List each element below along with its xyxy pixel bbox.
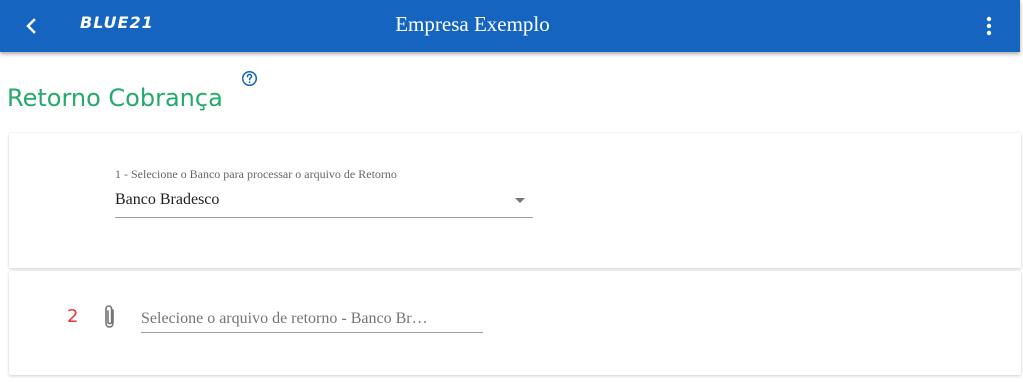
page-title: Retorno Cobrança: [7, 84, 223, 112]
file-upload-card: 2: [9, 271, 1021, 375]
company-title: Empresa Exemplo: [395, 12, 550, 36]
more-options-button[interactable]: [976, 13, 1002, 39]
help-button[interactable]: [241, 70, 258, 87]
return-file-input[interactable]: [141, 305, 483, 333]
attach-file-button[interactable]: [99, 303, 121, 331]
more-vertical-icon: [986, 16, 992, 36]
arrow-drop-down-icon: [515, 198, 525, 203]
bank-select[interactable]: Banco Bradesco: [115, 187, 533, 218]
bank-select-value: Banco Bradesco: [115, 191, 220, 208]
top-app-bar: BLUE21 Empresa Exemplo: [0, 0, 1020, 52]
bank-select-card: 1 - Selecione o Banco para processar o a…: [9, 133, 1021, 268]
help-circle-icon: [241, 70, 258, 87]
paperclip-icon: [105, 305, 114, 328]
step-number: 2: [67, 306, 79, 327]
bank-select-label: 1 - Selecione o Banco para processar o a…: [115, 167, 397, 181]
